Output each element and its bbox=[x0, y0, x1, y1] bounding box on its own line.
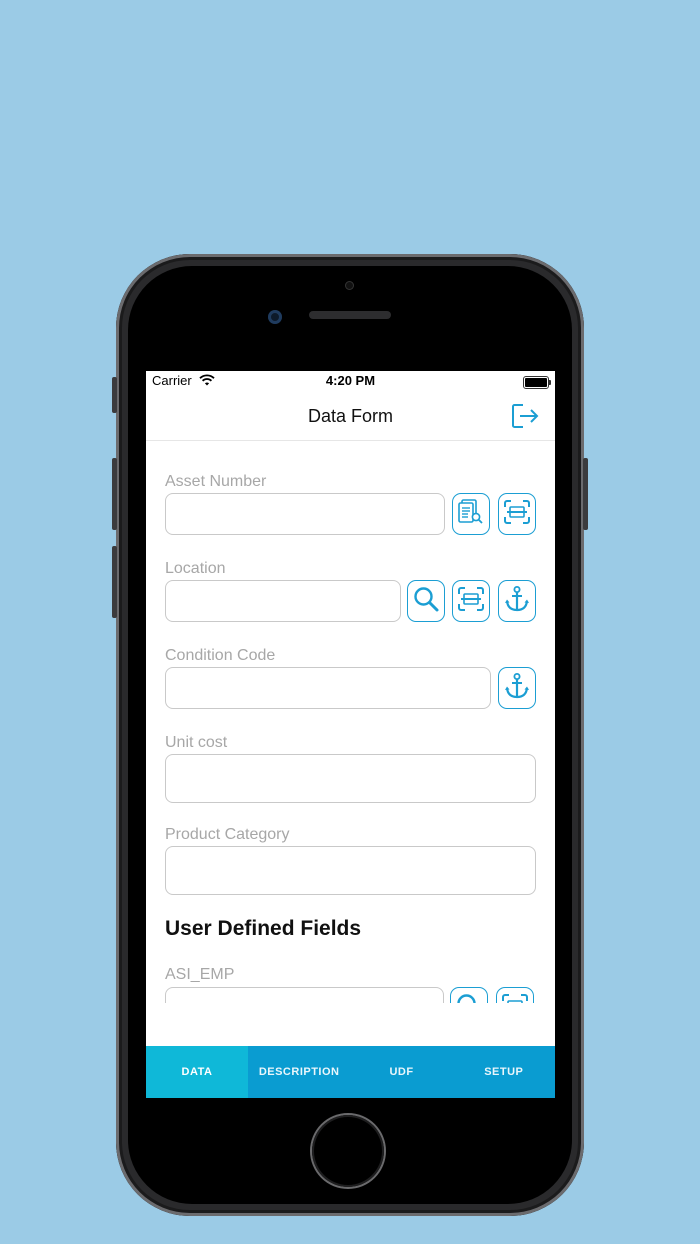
location-input[interactable] bbox=[165, 580, 401, 622]
front-camera bbox=[268, 310, 282, 324]
unit-cost-label: Unit cost bbox=[165, 734, 228, 751]
home-button[interactable] bbox=[312, 1115, 384, 1187]
condition-code-label: Condition Code bbox=[165, 647, 276, 664]
document-search-icon bbox=[458, 498, 484, 531]
location-search-button[interactable] bbox=[407, 580, 445, 622]
mute-switch bbox=[112, 377, 117, 413]
search-icon bbox=[455, 992, 483, 1003]
logout-icon[interactable] bbox=[509, 400, 541, 432]
volume-up-button bbox=[112, 458, 117, 530]
asset-number-label: Asset Number bbox=[165, 473, 267, 490]
anchor-icon bbox=[504, 585, 530, 618]
product-category-label: Product Category bbox=[165, 826, 290, 843]
asset-number-input[interactable] bbox=[165, 493, 445, 535]
condition-code-input[interactable] bbox=[165, 667, 491, 709]
status-bar: Carrier 4:20 PM bbox=[146, 371, 555, 393]
status-time: 4:20 PM bbox=[325, 373, 376, 388]
location-scan-button[interactable] bbox=[452, 580, 490, 622]
scan-icon bbox=[503, 499, 531, 530]
tab-data[interactable]: DATA bbox=[146, 1046, 248, 1098]
asi-emp-input[interactable] bbox=[165, 987, 444, 1003]
udf-section-title: User Defined Fields bbox=[165, 917, 362, 940]
asset-scan-button[interactable] bbox=[498, 493, 536, 535]
document-search-button[interactable] bbox=[452, 493, 490, 535]
search-icon bbox=[412, 585, 440, 618]
tab-description[interactable]: DESCRIPTION bbox=[248, 1046, 350, 1098]
unit-cost-input[interactable] bbox=[165, 754, 536, 803]
tab-bar: DATA DESCRIPTION UDF SETUP bbox=[146, 1046, 555, 1098]
proximity-sensor bbox=[345, 281, 354, 290]
battery-icon bbox=[523, 376, 551, 389]
tab-udf[interactable]: UDF bbox=[350, 1046, 452, 1098]
scan-icon bbox=[501, 993, 529, 1003]
asi-emp-label: ASI_EMP bbox=[165, 966, 235, 983]
location-label: Location bbox=[165, 560, 226, 577]
product-category-input[interactable] bbox=[165, 846, 536, 895]
nav-bar: Data Form bbox=[146, 393, 555, 441]
earpiece-speaker bbox=[309, 311, 391, 319]
power-button bbox=[583, 458, 588, 530]
form-content: Asset Number Location Condition Code Uni… bbox=[146, 441, 555, 1003]
location-anchor-button[interactable] bbox=[498, 580, 536, 622]
tab-setup[interactable]: SETUP bbox=[453, 1046, 555, 1098]
anchor-icon bbox=[504, 672, 530, 705]
asi-emp-scan-button[interactable] bbox=[496, 987, 534, 1003]
volume-down-button bbox=[112, 546, 117, 618]
app-screen: Carrier 4:20 PM Data Form Asset Number L… bbox=[146, 371, 555, 1098]
condition-code-anchor-button[interactable] bbox=[498, 667, 536, 709]
page-title: Data Form bbox=[307, 406, 394, 426]
asi-emp-search-button[interactable] bbox=[450, 987, 488, 1003]
scan-icon bbox=[457, 586, 485, 617]
